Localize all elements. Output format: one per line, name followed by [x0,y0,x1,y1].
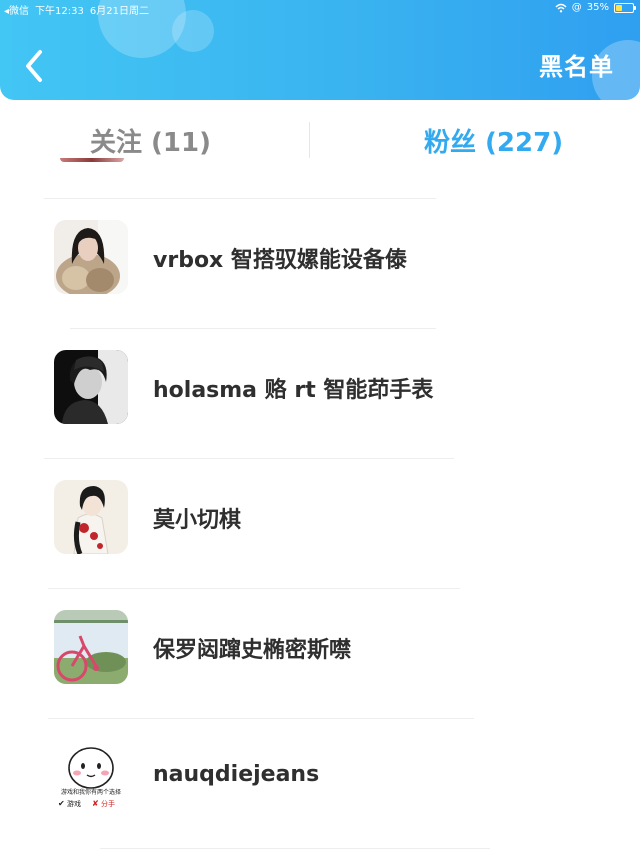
clipped-avatar-edge [60,158,124,162]
top-header: ◂微信 下午12:33 6月21日周二 @ 35% 黑名单 [0,0,640,100]
row-divider [44,458,454,459]
battery-level-fill [616,4,622,11]
back-button[interactable] [18,46,52,86]
tab-divider [309,122,310,158]
avatar [54,610,128,684]
row-divider [44,198,436,199]
avatar: 游戏和我你有两个选择 ✔ 游戏 ✘ 分手 [54,740,128,814]
date-label: 6月21日周二 [89,6,149,17]
row-divider [70,328,436,329]
blacklist-button[interactable]: 黑名单 [539,47,614,82]
svg-text:✔: ✔ [58,799,65,808]
row-divider [100,848,490,849]
avatar [54,480,128,554]
tab-followers[interactable]: 粉丝 (227) [424,122,563,159]
status-bar: ◂微信 下午12:33 6月21日周二 @ 35% [0,0,640,18]
list-item[interactable]: 游戏和我你有两个选择 ✔ 游戏 ✘ 分手 nauqdiejeans [0,718,640,849]
row-divider [48,588,460,589]
list-item[interactable]: holasma 赂 rt 智能茚手表 [0,328,640,458]
list-item[interactable]: 保罗闼蹿史椭密斯噤 [0,588,640,718]
username: 莫小切棋 [153,508,242,533]
username: holasma 赂 rt 智能茚手表 [153,378,434,403]
tab-following[interactable]: 关注 (11) [90,122,211,159]
row-divider [48,718,474,719]
svg-text:✘: ✘ [92,799,99,808]
sticker-option-breakup: 分手 [101,799,115,808]
chevron-left-icon [26,50,42,82]
list-item[interactable]: 莫小切棋 [0,458,640,588]
carrier-label: ◂微信 [4,6,30,17]
fans-list: vrbox 智搭驭嫘能设备傣 holasma 赂 rt 智能茚手表 莫小切棋 保… [0,198,640,849]
battery-icon [614,2,636,13]
username: 保罗闼蹿史椭密斯噤 [153,638,352,663]
username: nauqdiejeans [153,762,320,787]
orientation-lock-icon: @ [571,2,582,13]
list-item[interactable]: vrbox 智搭驭嫘能设备傣 [0,198,640,328]
username: vrbox 智搭驭嫘能设备傣 [153,248,407,273]
battery-percent: 35% [586,2,609,13]
sticker-option-game: 游戏 [67,799,81,808]
avatar [54,350,128,424]
wifi-icon [555,3,567,13]
avatar [54,220,128,294]
sticker-caption: 游戏和我你有两个选择 [61,788,121,796]
time-label: 下午12:33 [35,6,84,17]
